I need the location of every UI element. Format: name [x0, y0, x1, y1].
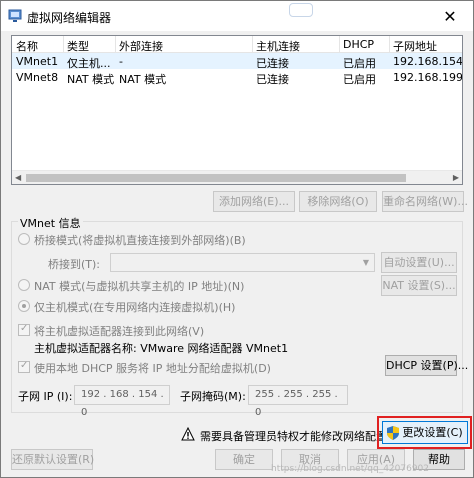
connect-adapter-label: 将主机虚拟适配器连接到此网络(V) — [34, 325, 205, 338]
remove-network-button[interactable]: 移除网络(O) — [299, 191, 377, 212]
host-only-mode-label: 仅主机模式(在专用网络内连接虚拟机)(H) — [34, 301, 236, 314]
watermark: https://blog.csdn.net/qq_42076902 — [271, 464, 430, 474]
scroll-right-icon[interactable]: ▶ — [453, 173, 459, 182]
table-row[interactable]: VMnet1 仅主机... - 已连接 已启用 192.168.154.0 — [12, 53, 463, 70]
col-header-name[interactable]: 名称 — [16, 38, 38, 54]
use-dhcp-checkbox[interactable] — [18, 360, 30, 373]
subnet-mask-field[interactable]: 255 . 255 . 255 . 0 — [248, 385, 348, 418]
horizontal-scrollbar[interactable]: ◀ ▶ — [12, 170, 462, 184]
nat-mode-radio[interactable] — [18, 279, 30, 291]
col-header-subnet[interactable]: 子网地址 — [393, 38, 437, 54]
col-header-external[interactable]: 外部连接 — [119, 38, 163, 54]
bridged-mode-label: 桥接模式(将虚拟机直接连接到外部网络)(B) — [34, 234, 246, 247]
rename-network-button[interactable]: 重命名网络(W)... — [382, 191, 468, 212]
bridged-mode-radio[interactable] — [18, 233, 30, 245]
close-button[interactable]: ✕ — [427, 1, 473, 31]
virtual-network-editor-window: 虚拟网络编辑器 ✕ 名称 类型 外部连接 主机连接 DHCP 子网地址 VMne… — [0, 0, 474, 478]
adapter-name-label: 主机虚拟适配器名称: VMware 网络适配器 VMnet1 — [34, 342, 289, 355]
col-header-type[interactable]: 类型 — [67, 38, 89, 54]
table-row[interactable]: VMnet8 NAT 模式 NAT 模式 已连接 已启用 192.168.199… — [12, 69, 463, 86]
scrollbar-thumb[interactable] — [26, 174, 406, 182]
warning-icon — [181, 427, 195, 441]
cell-dhcp: 已启用 — [343, 73, 376, 86]
cell-name: VMnet8 — [16, 71, 59, 84]
auto-settings-button[interactable]: 自动设置(U)... — [381, 252, 457, 273]
host-only-mode-radio[interactable] — [18, 300, 30, 312]
bridged-to-label: 桥接到(T): — [48, 258, 101, 271]
highlight-box — [377, 416, 472, 449]
subnet-ip-label: 子网 IP (I): — [18, 390, 73, 403]
cloud-icon — [289, 3, 313, 17]
subnet-ip-field[interactable]: 192 . 168 . 154 . 0 — [74, 385, 170, 418]
cell-host: 已连接 — [256, 73, 289, 86]
network-list[interactable]: 名称 类型 外部连接 主机连接 DHCP 子网地址 VMnet1 仅主机... … — [11, 35, 463, 185]
col-header-host[interactable]: 主机连接 — [256, 38, 300, 54]
use-dhcp-label: 使用本地 DHCP 服务将 IP 地址分配给虚拟机(D) — [34, 362, 271, 375]
ok-button[interactable]: 确定 — [215, 449, 273, 470]
cell-subnet: 192.168.154.0 — [393, 55, 463, 68]
vmware-network-icon — [8, 9, 22, 22]
cell-external: - — [119, 55, 123, 68]
cell-external: NAT 模式 — [119, 73, 167, 86]
cell-subnet: 192.168.199.0 — [393, 71, 463, 84]
subnet-mask-label: 子网掩码(M): — [180, 390, 246, 403]
vmnet-info-group: VMnet 信息 桥接模式(将虚拟机直接连接到外部网络)(B) 桥接到(T): … — [11, 215, 468, 418]
dhcp-settings-button[interactable]: DHCP 设置(P)... — [385, 355, 468, 376]
scroll-left-icon[interactable]: ◀ — [15, 173, 21, 182]
add-network-button[interactable]: 添加网络(E)... — [213, 191, 295, 212]
nat-mode-label: NAT 模式(与虚拟机共享主机的 IP 地址)(N) — [34, 280, 245, 293]
vmnet-info-legend: VMnet 信息 — [18, 215, 83, 231]
admin-warning-text: 需要具备管理员特权才能修改网络配置。 — [200, 430, 398, 443]
restore-defaults-button[interactable]: 还原默认设置(R) — [11, 449, 94, 470]
nat-settings-button[interactable]: NAT 设置(S)... — [381, 275, 457, 296]
cell-name: VMnet1 — [16, 55, 59, 68]
col-header-dhcp[interactable]: DHCP — [343, 38, 374, 51]
title-bar: 虚拟网络编辑器 ✕ — [1, 1, 473, 31]
bridged-to-select[interactable]: ▼ — [110, 253, 375, 272]
list-header: 名称 类型 外部连接 主机连接 DHCP 子网地址 — [12, 36, 462, 53]
connect-adapter-checkbox[interactable] — [18, 323, 30, 336]
window-title: 虚拟网络编辑器 — [27, 11, 112, 25]
cell-type: NAT 模式 — [67, 73, 115, 86]
chevron-down-icon: ▼ — [362, 258, 370, 267]
